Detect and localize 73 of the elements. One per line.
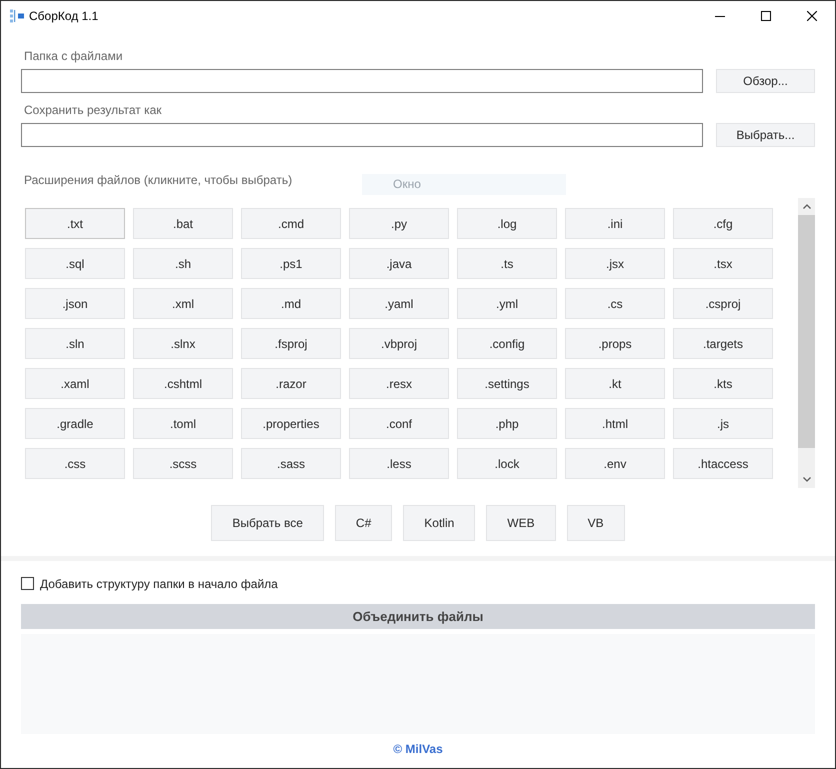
checkbox-label[interactable]: Добавить структуру папки в начало файла (40, 576, 278, 592)
section-label: Расширения файлов (кликните, чтобы выбрать) (24, 172, 292, 188)
extension-button[interactable]: .tsx (673, 248, 773, 279)
extension-button[interactable]: .json (25, 288, 125, 319)
extension-button[interactable]: .toml (133, 408, 233, 439)
checkbox[interactable] (21, 577, 34, 590)
extension-button[interactable]: .ini (565, 208, 665, 239)
extension-button[interactable]: .css (25, 448, 125, 479)
extension-button[interactable]: .java (349, 248, 449, 279)
extension-button[interactable]: .log (457, 208, 557, 239)
choose-button[interactable]: Выбрать... (716, 123, 815, 147)
preset-button[interactable]: C# (334, 505, 392, 541)
preset-button[interactable]: Выбрать все (211, 505, 324, 541)
extension-button[interactable]: .js (673, 408, 773, 439)
extension-button[interactable]: .sql (25, 248, 125, 279)
extension-button[interactable]: .vbproj (349, 328, 449, 359)
chevron-down-icon (802, 477, 810, 482)
app-logo-icon (10, 9, 24, 23)
extension-button[interactable]: .kt (565, 368, 665, 399)
preset-button[interactable]: WEB (486, 505, 556, 541)
extension-button[interactable]: .xaml (25, 368, 125, 399)
extension-button[interactable]: .xml (133, 288, 233, 319)
extension-button[interactable]: .html (565, 408, 665, 439)
extension-button[interactable]: .yaml (349, 288, 449, 319)
scroll-thumb[interactable] (798, 215, 815, 448)
extension-button[interactable]: .sln (25, 328, 125, 359)
extension-button[interactable]: .conf (349, 408, 449, 439)
extension-button[interactable]: .csproj (673, 288, 773, 319)
preset-button[interactable]: Kotlin (403, 505, 476, 541)
extension-button[interactable]: .md (241, 288, 341, 319)
extension-button[interactable]: .lock (457, 448, 557, 479)
extension-button[interactable]: .yml (457, 288, 557, 319)
folder-path-field[interactable] (21, 69, 703, 93)
merge-button[interactable]: Объединить файлы (21, 604, 815, 629)
extension-button[interactable]: .htaccess (673, 448, 773, 479)
window-title: СборКод 1.1 (29, 9, 98, 23)
faded-label: Окно (362, 174, 566, 195)
extension-button[interactable]: .less (349, 448, 449, 479)
extension-button[interactable]: .scss (133, 448, 233, 479)
extension-button[interactable]: .cs (565, 288, 665, 319)
extension-button[interactable]: .kts (673, 368, 773, 399)
extension-button[interactable]: .ps1 (241, 248, 341, 279)
browse-button[interactable]: Обзор... (716, 69, 815, 93)
extension-button[interactable]: .settings (457, 368, 557, 399)
extension-button[interactable]: .txt (25, 208, 125, 239)
extension-button[interactable]: .php (457, 408, 557, 439)
preset-button[interactable]: VB (566, 505, 625, 541)
output-path-field[interactable] (21, 123, 703, 147)
extension-button[interactable]: .config (457, 328, 557, 359)
extension-button[interactable]: .bat (133, 208, 233, 239)
extension-button[interactable]: .cmd (241, 208, 341, 239)
extension-button[interactable]: .cfg (673, 208, 773, 239)
maximize-icon (761, 11, 771, 21)
extension-button[interactable]: .razor (241, 368, 341, 399)
extension-button[interactable]: .sh (133, 248, 233, 279)
copyright-text: © MilVas (393, 742, 443, 756)
extension-button[interactable]: .targets (673, 328, 773, 359)
extension-button[interactable]: .env (565, 448, 665, 479)
extension-button[interactable]: .gradle (25, 408, 125, 439)
extension-button[interactable]: .sass (241, 448, 341, 479)
chevron-up-icon (802, 204, 810, 209)
field-label: Сохранить результат как (24, 102, 162, 118)
extension-button[interactable]: .properties (241, 408, 341, 439)
extension-button[interactable]: .jsx (565, 248, 665, 279)
field-label: Папка с файлами (24, 48, 123, 64)
extension-button[interactable]: .fsproj (241, 328, 341, 359)
close-icon (807, 11, 817, 21)
extension-button[interactable]: .resx (349, 368, 449, 399)
extension-button[interactable]: .cshtml (133, 368, 233, 399)
extension-button[interactable]: .ts (457, 248, 557, 279)
extension-button[interactable]: .props (565, 328, 665, 359)
extension-button[interactable]: .py (349, 208, 449, 239)
extension-button[interactable]: .slnx (133, 328, 233, 359)
